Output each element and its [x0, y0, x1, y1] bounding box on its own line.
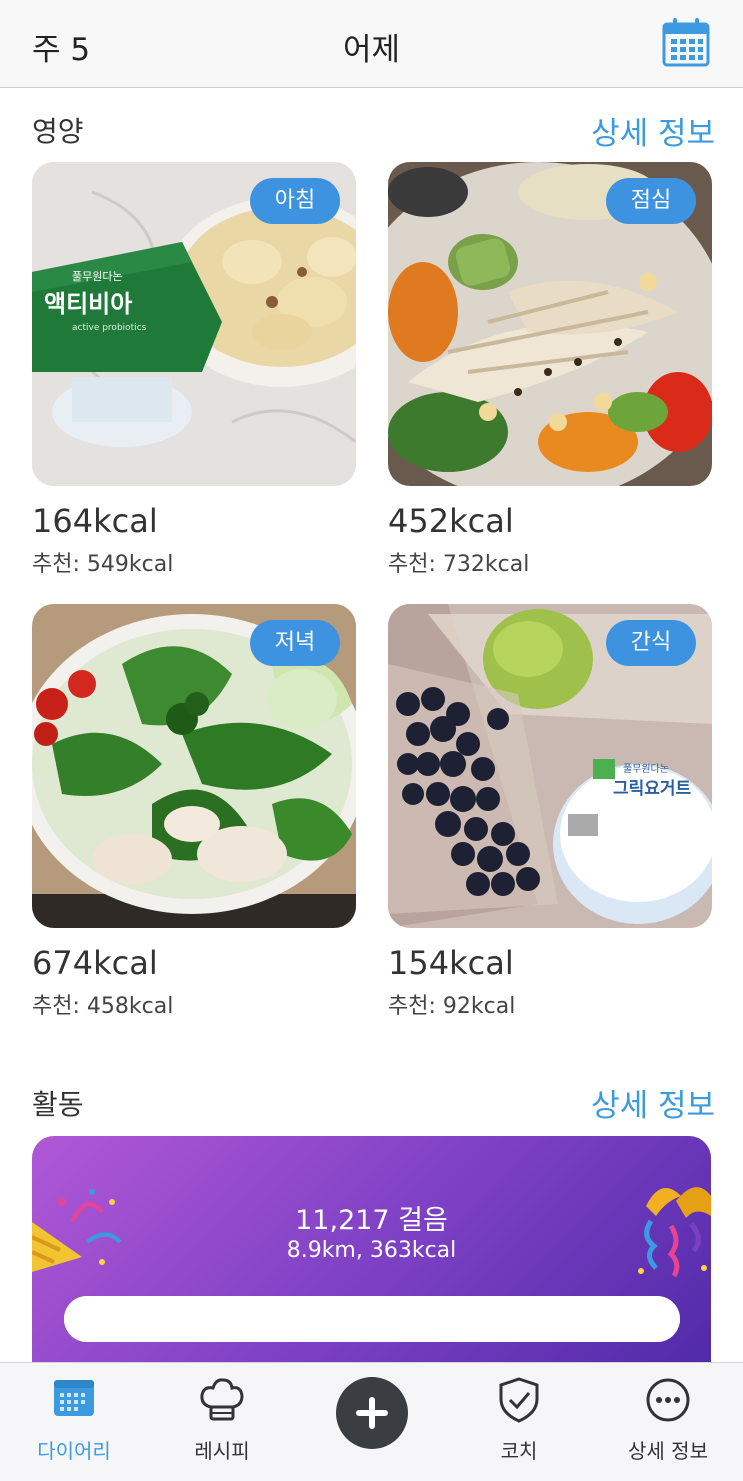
meal-badge: 저녁: [250, 620, 340, 666]
meal-recommended: 추천: 458kcal: [32, 994, 174, 1019]
tab-coach[interactable]: 코치: [445, 1363, 593, 1481]
meal-card-breakfast[interactable]: 액티비아 풀무원다논 active probiotics 아침 164kcal …: [32, 162, 356, 578]
snack-photo: 풀무원다논 그릭요거트 간식: [388, 604, 712, 928]
top-bar: 주 5 어제: [0, 0, 743, 88]
steps-progress-fill: [64, 1296, 680, 1342]
activity-section-title: 활동: [32, 1088, 84, 1121]
meal-card-lunch[interactable]: 점심 452kcal 추천: 732kcal: [388, 162, 712, 578]
tab-recipe[interactable]: 레시피: [148, 1363, 296, 1481]
meal-kcal: 164kcal: [32, 502, 158, 540]
tab-label: 레시피: [194, 1439, 250, 1463]
meal-badge: 간식: [606, 620, 696, 666]
lunch-photo: 점심: [388, 162, 712, 486]
meal-kcal: 154kcal: [388, 944, 514, 982]
activity-detail: 8.9km, 363kcal: [286, 1238, 457, 1263]
add-entry-button[interactable]: [336, 1377, 408, 1449]
meal-recommended: 추천: 92kcal: [388, 994, 516, 1019]
shield-check-icon: [497, 1377, 541, 1427]
meal-badge: 점심: [606, 178, 696, 224]
svg-text:풀무원다논: 풀무원다논: [72, 270, 123, 283]
tab-diary[interactable]: 다이어리: [0, 1363, 148, 1481]
svg-text:액티비아: 액티비아: [44, 290, 132, 318]
nutrition-more-link[interactable]: 상세 정보: [591, 108, 715, 153]
activity-card[interactable]: 11,217 걸음 8.9km, 363kcal: [32, 1136, 711, 1376]
steps-progress-bar: [64, 1296, 680, 1342]
tab-bar: 다이어리 레시피 코치 상세 정보: [0, 1362, 743, 1481]
steps-count: 11,217 걸음: [295, 1205, 448, 1236]
tab-label: 상세 정보: [628, 1439, 708, 1463]
celebration-bells-icon: [636, 1176, 711, 1285]
activity-more-link[interactable]: 상세 정보: [591, 1080, 715, 1125]
meal-recommended: 추천: 732kcal: [388, 552, 530, 577]
nutrition-section-title: 영양: [32, 115, 84, 148]
meal-kcal: 674kcal: [32, 944, 158, 982]
plus-icon: [356, 1397, 388, 1429]
svg-text:풀무원다논: 풀무원다논: [623, 763, 669, 775]
tab-more[interactable]: 상세 정보: [594, 1363, 742, 1481]
meal-badge: 아침: [250, 178, 340, 224]
svg-text:active probiotics: active probiotics: [72, 323, 147, 333]
meal-recommended: 추천: 549kcal: [32, 552, 174, 577]
calendar-icon[interactable]: [662, 17, 710, 67]
tab-label: 다이어리: [37, 1439, 111, 1463]
tab-label: 코치: [500, 1439, 538, 1463]
more-dots-icon: [645, 1377, 691, 1427]
meal-card-dinner[interactable]: 저녁 674kcal 추천: 458kcal: [32, 604, 356, 1020]
meal-kcal: 452kcal: [388, 502, 514, 540]
diary-calendar-icon: [53, 1377, 95, 1421]
breakfast-photo: 액티비아 풀무원다논 active probiotics 아침: [32, 162, 356, 486]
meal-card-snack[interactable]: 풀무원다논 그릭요거트 간식 154kcal 추천: 92kcal: [388, 604, 712, 1020]
svg-text:그릭요거트: 그릭요거트: [613, 779, 692, 799]
dinner-photo: 저녁: [32, 604, 356, 928]
chef-hat-icon: [199, 1377, 245, 1427]
page-title: 어제: [342, 32, 401, 68]
